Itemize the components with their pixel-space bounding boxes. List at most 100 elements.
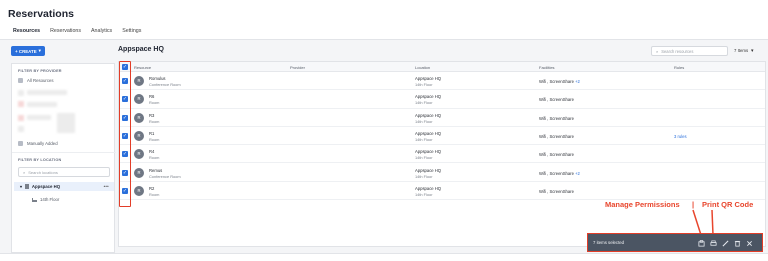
resource-avatar: R — [134, 112, 144, 123]
header-facilities[interactable]: Facilities — [539, 65, 555, 70]
resource-avatar: R — [134, 149, 144, 160]
facilities-cell: Wifi , ScreenShare — [539, 189, 574, 194]
more-options-icon[interactable]: ••• — [104, 184, 109, 189]
resource-name[interactable]: R4 — [149, 149, 154, 154]
close-icon[interactable] — [746, 240, 753, 247]
facilities-cell: Wifi , ScreenShare — [539, 152, 574, 157]
resource-type: Room — [149, 100, 160, 106]
table-row[interactable]: ✓ R R1 Room Appspace HQ 14th Floor Wifi , Scre… — [119, 127, 765, 146]
create-label: + CREATE — [15, 48, 37, 54]
resource-name[interactable]: Remus — [149, 168, 162, 173]
facilities-more[interactable]: +2 — [575, 171, 580, 176]
table-row[interactable]: ✓ R R4 Room Appspace HQ 14th Floor Wifi , Scre… — [119, 145, 765, 164]
filter-all-resources[interactable]: All Resources — [18, 78, 54, 83]
resource-type: Room — [149, 118, 160, 124]
facilities-text: Wifi , ScreenShare — [539, 115, 574, 121]
header-rules[interactable]: Rules — [674, 65, 684, 70]
facilities-text: Wifi , ScreenShare — [539, 97, 574, 103]
caret-down-icon: ▾ — [20, 185, 22, 189]
resource-avatar: R — [134, 185, 144, 196]
header-resource[interactable]: Resource — [134, 65, 151, 70]
header-divider — [0, 39, 768, 40]
location-name: Appspace HQ — [415, 76, 442, 81]
resource-type: Conference Room — [149, 82, 181, 87]
location-name: Appspace HQ — [415, 167, 442, 173]
items-count-label: 7 Items — [734, 48, 749, 53]
main-content: Appspace HQ ⌕ Search resources 7 Items ▼… — [118, 41, 766, 253]
resource-type: Room — [149, 191, 160, 197]
tree-root-label: Appspace HQ — [31, 184, 61, 189]
location-floor: 14th Floor — [415, 155, 433, 161]
resource-avatar: R — [134, 94, 144, 105]
filter-panel: FILTER BY PROVIDER All Resources Manuall… — [11, 63, 116, 253]
resource-avatar: R — [134, 130, 144, 141]
facilities-text: Wifi , ScreenShare — [539, 79, 574, 84]
resource-name[interactable]: R1 — [149, 131, 154, 136]
facilities-cell: Wifi , ScreenShare +2 — [539, 79, 580, 84]
resource-name[interactable]: Romulus — [149, 76, 166, 81]
tree-item-14th-floor[interactable]: 14th Floor — [32, 197, 59, 202]
facilities-more[interactable]: +2 — [575, 79, 580, 84]
resource-avatar: R — [134, 76, 144, 86]
resource-type: Room — [149, 136, 160, 142]
chevron-down-icon: ▾ — [38, 48, 41, 53]
list-icon — [18, 141, 23, 146]
location-name: Appspace HQ — [415, 94, 442, 100]
resource-search-input[interactable]: ⌕ Search resources — [651, 46, 728, 56]
location-floor: 14th Floor — [415, 100, 433, 106]
resource-avatar: R — [134, 167, 144, 178]
facilities-cell: Wifi , ScreenShare — [539, 134, 574, 139]
facilities-cell: Wifi , ScreenShare — [539, 97, 574, 102]
filter-manually-added[interactable]: Manually Added — [18, 141, 58, 146]
page-title: Reservations — [8, 8, 74, 20]
location-floor: 14th Floor — [415, 173, 433, 179]
edit-icon[interactable] — [722, 240, 729, 247]
table-row[interactable]: ✓ R R6 Room Appspace HQ 14th Floor Wifi , Scre… — [119, 90, 765, 109]
table-row[interactable]: ✓ R R2 Room Appspace HQ 14th Floor Wifi , Scre… — [119, 182, 765, 201]
tree-child-label: 14th Floor — [40, 197, 60, 202]
facilities-text: Wifi , ScreenShare — [539, 170, 574, 176]
resource-name[interactable]: R6 — [149, 94, 154, 99]
items-count-dropdown[interactable]: 7 Items ▼ — [734, 48, 754, 53]
create-button[interactable]: + CREATE ▾ — [11, 46, 45, 56]
filter-location-heading: FILTER BY LOCATION — [18, 158, 62, 162]
resource-type: Conference Room — [149, 173, 181, 179]
facilities-cell: Wifi , ScreenShare — [539, 116, 574, 121]
table-row[interactable]: ✓ R Remus Conference Room Appspace HQ 14th Fl… — [119, 164, 765, 182]
resources-table: ✓ Resource Provider Location Facilities … — [118, 61, 766, 247]
location-floor: 14th Floor — [415, 118, 433, 124]
annotation-manage-permissions: Manage Permissions — [605, 200, 680, 209]
facilities-text: Wifi , ScreenShare — [539, 133, 574, 139]
selection-bar: 7 items selected — [587, 233, 763, 252]
rules-link[interactable]: 3 rules — [674, 134, 687, 139]
resource-search-placeholder: Search resources — [661, 48, 694, 54]
resource-type: Room — [149, 155, 160, 161]
manage-permissions-icon[interactable] — [698, 240, 705, 247]
resource-name[interactable]: R3 — [149, 113, 154, 118]
manually-added-label: Manually Added — [27, 141, 58, 146]
location-name: Appspace HQ — [415, 185, 442, 191]
table-row[interactable]: ✓ R R3 Room Appspace HQ 14th Floor Wifi , Scre… — [119, 109, 765, 127]
grid-icon — [18, 78, 23, 83]
sidebar: + CREATE ▾ FILTER BY PROVIDER All Resour… — [8, 41, 116, 253]
table-row[interactable]: ✓ R Romulus Conference Room Appspace HQ 14th … — [119, 72, 765, 91]
bottom-bar — [0, 253, 768, 261]
app-header: Reservations Resources Reservations Anal… — [0, 0, 768, 40]
section-divider — [12, 152, 116, 153]
floor-icon — [32, 197, 37, 202]
location-name: Appspace HQ — [415, 112, 442, 118]
all-resources-label: All Resources — [27, 78, 54, 83]
facilities-text: Wifi , ScreenShare — [539, 188, 574, 194]
header-provider[interactable]: Provider — [290, 65, 305, 70]
facilities-text: Wifi , ScreenShare — [539, 152, 574, 158]
resource-name[interactable]: R2 — [149, 186, 154, 191]
location-search-input[interactable]: ⌕ Search locations — [18, 167, 110, 177]
tree-item-appspace-hq[interactable]: ▾ Appspace HQ ••• — [14, 182, 114, 191]
location-name: Appspace HQ — [415, 149, 442, 155]
blurred-provider-list — [18, 90, 77, 141]
delete-icon[interactable] — [734, 240, 741, 247]
header-location[interactable]: Location — [415, 65, 430, 70]
search-icon: ⌕ — [23, 169, 26, 175]
checkbox-highlight — [119, 61, 131, 207]
print-qr-code-icon[interactable] — [710, 240, 717, 247]
